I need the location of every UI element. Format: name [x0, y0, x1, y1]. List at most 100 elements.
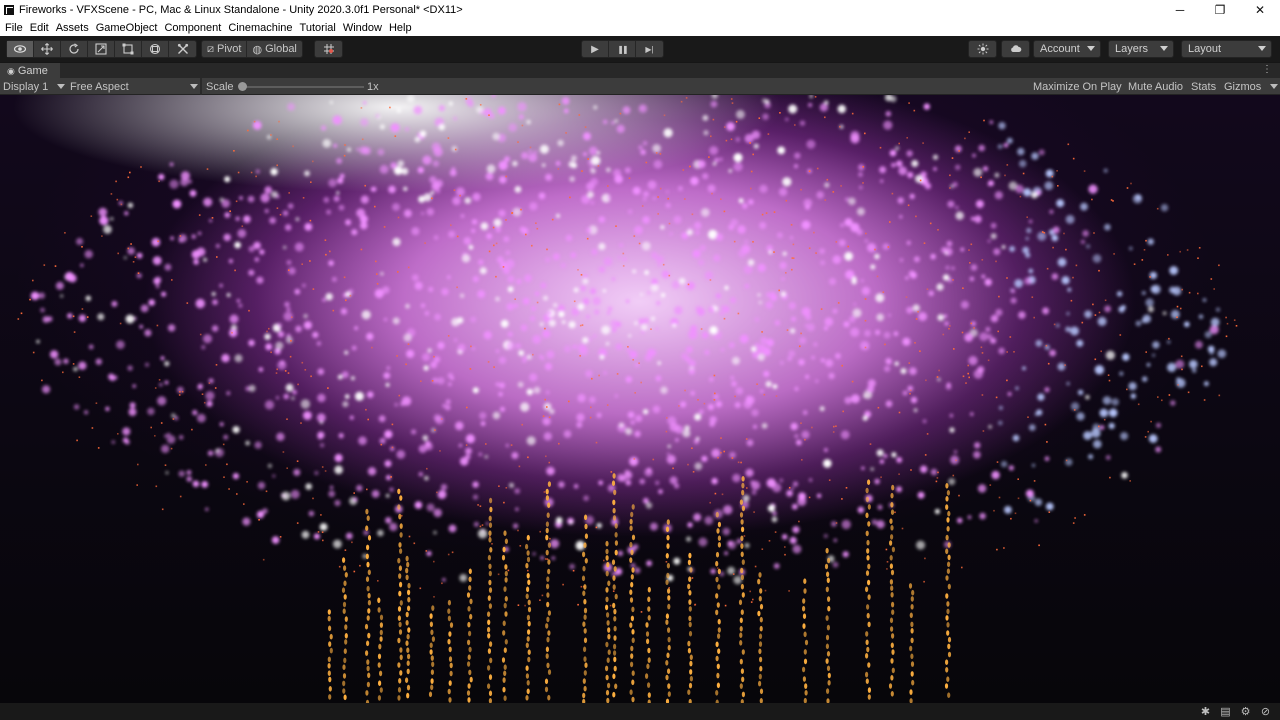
menu-cinemachine[interactable]: Cinemachine — [225, 22, 295, 34]
firework-particle — [802, 410, 808, 415]
aspect-dropdown[interactable]: Free Aspect — [70, 78, 198, 95]
firework-particle — [766, 245, 773, 252]
menu-edit[interactable]: Edit — [27, 22, 52, 34]
scale-tool-button[interactable] — [88, 41, 115, 57]
spark-trail-dot — [715, 511, 719, 518]
bug-icon[interactable]: ✱ — [1199, 705, 1212, 718]
firework-particle — [420, 211, 425, 216]
pause-button[interactable]: ❚❚ — [609, 41, 636, 57]
layers-dropdown[interactable]: Layers — [1108, 40, 1174, 58]
rect-tool-button[interactable] — [115, 41, 142, 57]
firework-particle — [453, 117, 457, 121]
grid-snap-button[interactable] — [315, 41, 342, 57]
ember-speck — [76, 439, 78, 442]
ember-speck — [813, 231, 815, 234]
firework-particle — [1028, 219, 1033, 224]
ember-speck — [923, 242, 926, 244]
play-button[interactable]: ▶ — [582, 41, 609, 57]
console-icon[interactable]: ▤ — [1219, 705, 1232, 718]
tab-game[interactable]: ◉ Game — [0, 63, 60, 79]
firework-particle — [1065, 215, 1075, 224]
menu-tutorial[interactable]: Tutorial — [297, 22, 339, 34]
firework-particle — [1065, 458, 1073, 466]
menu-file[interactable]: File — [2, 22, 26, 34]
menu-help[interactable]: Help — [386, 22, 415, 34]
ember-speck — [607, 185, 609, 187]
maximize-on-play-toggle[interactable]: Maximize On Play — [1033, 78, 1122, 95]
ember-speck — [964, 137, 966, 140]
firework-particle — [587, 191, 594, 198]
scale-slider-thumb[interactable] — [238, 82, 247, 91]
ember-speck — [161, 508, 164, 511]
firework-particle — [85, 295, 92, 301]
spark-trail-dot — [407, 605, 411, 612]
gizmos-dropdown[interactable]: Gizmos — [1224, 78, 1278, 95]
step-button[interactable]: ▶| — [636, 41, 663, 57]
spark-trail-dot — [431, 661, 435, 668]
panel-menu-icon[interactable]: ⋮ — [1262, 64, 1272, 75]
ember-speck — [539, 530, 541, 533]
stats-toggle[interactable]: Stats — [1191, 78, 1216, 95]
firework-particle — [1067, 287, 1072, 292]
firework-particle — [697, 160, 706, 169]
menu-component[interactable]: Component — [161, 22, 224, 34]
firework-particle — [1093, 439, 1102, 449]
firework-particle — [164, 380, 169, 385]
mute-audio-toggle[interactable]: Mute Audio — [1128, 78, 1183, 95]
game-tab-strip: ◉ Game ⋮ — [0, 62, 1280, 79]
spark-trail-dot — [467, 654, 471, 660]
display-dropdown[interactable]: Display 1 — [3, 78, 65, 95]
firework-particle — [702, 115, 709, 121]
firework-particle — [955, 164, 961, 170]
game-viewport[interactable] — [0, 95, 1280, 703]
firework-particle — [207, 450, 214, 457]
progress-icon[interactable]: ⚙ — [1239, 705, 1252, 718]
transform-tool-button[interactable] — [142, 41, 169, 57]
ember-speck — [894, 511, 896, 514]
grid-snap-group — [314, 40, 343, 58]
firework-particle — [715, 233, 724, 241]
firework-particle — [640, 106, 644, 110]
firework-particle — [489, 113, 495, 119]
restore-button[interactable]: ❐ — [1200, 0, 1240, 19]
ember-speck — [332, 309, 335, 312]
menu-assets[interactable]: Assets — [53, 22, 92, 34]
scale-slider-track[interactable] — [240, 86, 364, 88]
firework-particle — [785, 117, 789, 121]
firework-particle — [782, 534, 788, 540]
spark-trail-dot — [448, 631, 452, 637]
spark-trail-dot — [583, 598, 587, 605]
minimize-button[interactable]: ─ — [1160, 0, 1200, 19]
ember-speck — [375, 260, 377, 263]
move-tool-button[interactable] — [34, 41, 61, 57]
spark-trail-dot — [488, 522, 493, 528]
cloud-button[interactable] — [1002, 41, 1029, 57]
collab-button[interactable] — [969, 41, 996, 57]
firework-particle — [809, 478, 813, 482]
ember-speck — [1143, 249, 1146, 251]
menu-gameobject[interactable]: GameObject — [93, 22, 161, 34]
custom-tool-button[interactable] — [169, 41, 196, 57]
close-button[interactable]: ✕ — [1240, 0, 1280, 19]
ember-speck — [1006, 277, 1008, 279]
account-dropdown[interactable]: Account — [1033, 40, 1101, 58]
pivot-toggle[interactable]: ⧄ Pivot — [202, 41, 248, 57]
firework-particle — [714, 157, 719, 163]
firework-particle — [1037, 393, 1045, 401]
firework-particle — [196, 247, 206, 257]
layout-dropdown[interactable]: Layout — [1181, 40, 1272, 58]
firework-particle — [831, 521, 837, 527]
ember-speck — [737, 461, 740, 464]
ember-speck — [901, 527, 904, 530]
firework-particle — [850, 394, 860, 404]
firework-particle — [811, 355, 815, 360]
check-circle-icon[interactable]: ⊘ — [1259, 705, 1272, 718]
menu-window[interactable]: Window — [340, 22, 385, 34]
view-tool-button[interactable] — [7, 41, 34, 57]
firework-particle — [758, 300, 762, 305]
firework-particle — [99, 216, 109, 226]
ember-speck — [1201, 365, 1203, 368]
global-toggle[interactable]: ◍ Global — [247, 41, 301, 57]
rotate-tool-button[interactable] — [61, 41, 88, 57]
aspect-label: Free Aspect — [70, 80, 129, 93]
